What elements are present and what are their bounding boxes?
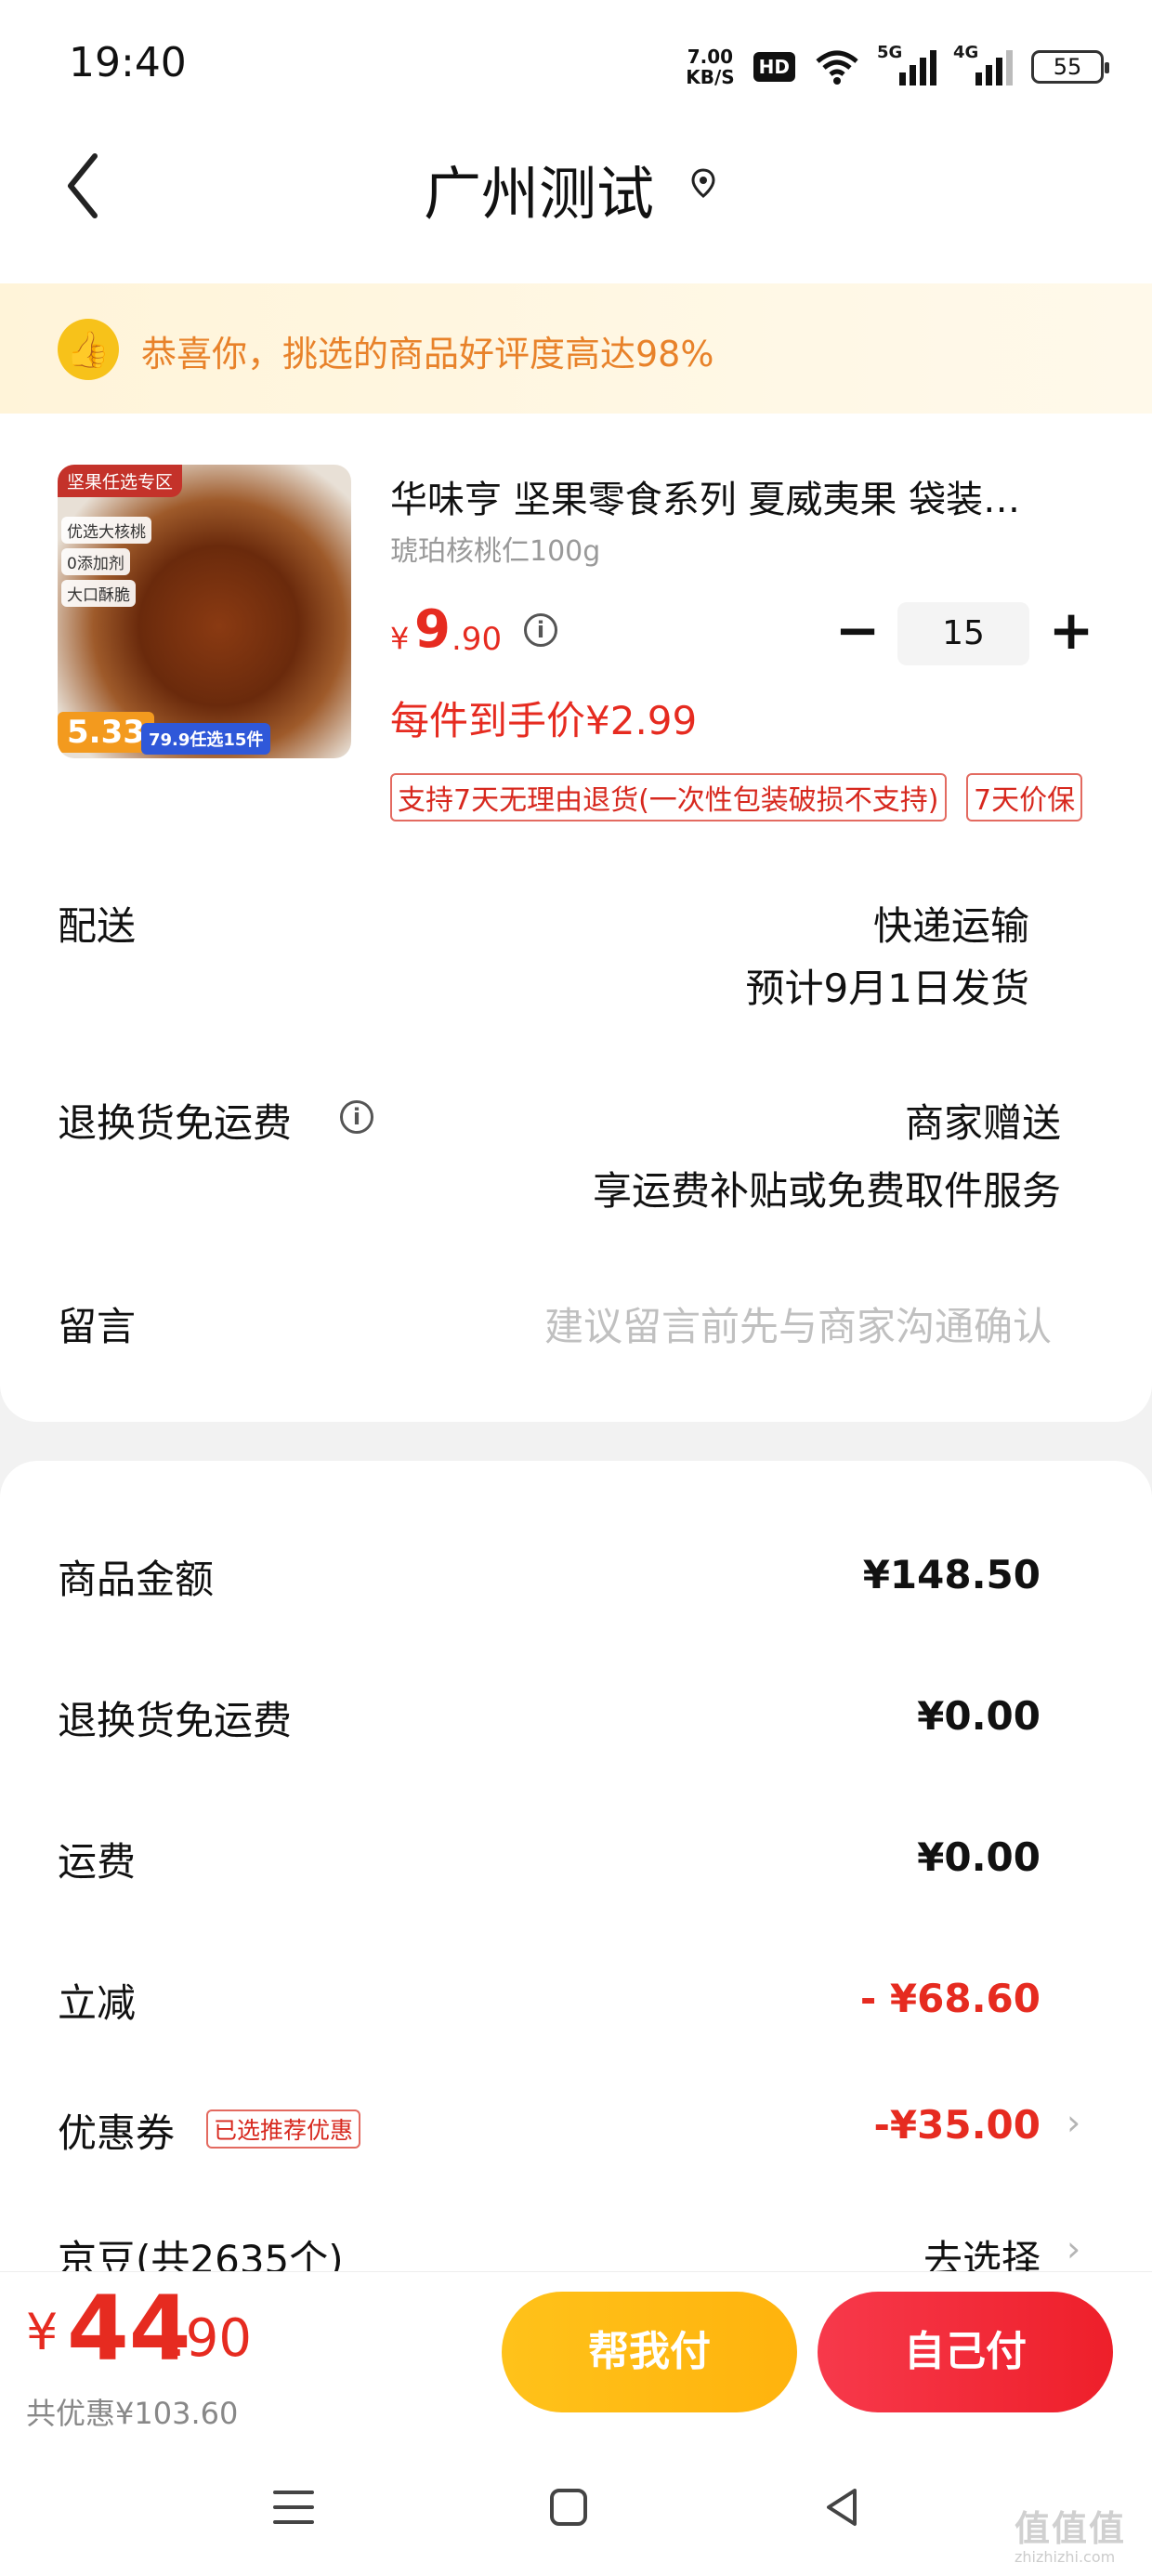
return-policy-tag: 支持7天无理由退货(一次性包装破损不支持) bbox=[390, 773, 947, 821]
delivery-estimate: 预计9月1日发货 bbox=[745, 966, 1029, 1011]
image-note: 0添加剂 bbox=[61, 548, 130, 575]
menu-icon[interactable] bbox=[271, 2487, 316, 2528]
image-note: 大口酥脆 bbox=[61, 580, 136, 607]
info-icon[interactable]: i bbox=[340, 1100, 373, 1134]
page-title[interactable]: 广州测试 bbox=[0, 147, 1078, 230]
banner-text: 恭喜你，挑选的商品好评度高达98% bbox=[141, 334, 714, 375]
message-label: 留言 bbox=[58, 1304, 137, 1349]
return-shipping-label: 退换货免运费 bbox=[58, 1100, 293, 1146]
price-decimal: .90 bbox=[452, 621, 503, 658]
battery-icon: 55 bbox=[1031, 50, 1109, 84]
net-5g-label: 5G bbox=[877, 43, 903, 62]
hd-icon: HD bbox=[753, 52, 795, 82]
image-deal: 79.9任选15件 bbox=[141, 723, 271, 755]
home-icon[interactable] bbox=[548, 2487, 589, 2528]
status-icons: 7.00 KB/S HD 5G 4G 55 bbox=[686, 41, 1109, 93]
watermark: 值值值 bbox=[1015, 2508, 1127, 2549]
unit-price: 每件到手价¥2.99 bbox=[390, 698, 698, 743]
self-pay-button[interactable]: 自己付 bbox=[818, 2292, 1113, 2412]
coupon-tag: 已选推荐优惠 bbox=[206, 2109, 361, 2149]
price-integer: 9 bbox=[414, 599, 451, 660]
help-pay-button[interactable]: 帮我付 bbox=[502, 2292, 797, 2412]
message-input[interactable]: 建议留言前先与商家沟通确认 bbox=[544, 1295, 1052, 1352]
network-speed-value: 7.00 bbox=[687, 46, 734, 68]
return-fee-label: 退换货免运费 bbox=[58, 1698, 293, 1743]
total-currency: ¥ bbox=[26, 2303, 59, 2361]
return-fee-value: ¥0.00 bbox=[917, 1693, 1041, 1739]
return-shipping-value: 商家赠送 bbox=[904, 1100, 1061, 1146]
image-note: 优选大核桃 bbox=[61, 517, 151, 544]
signal-5g-icon: 5G bbox=[877, 43, 936, 85]
goods-amount-label: 商品金额 bbox=[58, 1557, 215, 1602]
image-tag: 坚果任选专区 bbox=[58, 465, 183, 497]
return-shipping-detail: 享运费补贴或免费取件服务 bbox=[592, 1168, 1061, 1214]
price-currency: ¥ bbox=[390, 621, 410, 656]
total-saved: 共优惠¥103.60 bbox=[26, 2396, 239, 2431]
delivery-method[interactable]: 快递运输 bbox=[873, 895, 1029, 952]
discount-value: - ¥68.60 bbox=[859, 1976, 1041, 2021]
info-icon[interactable]: i bbox=[524, 613, 557, 647]
coupon-value[interactable]: -¥35.00 bbox=[873, 2102, 1041, 2148]
discount-label: 立减 bbox=[58, 1980, 137, 2026]
network-speed-unit: KB/S bbox=[686, 66, 735, 88]
product-title[interactable]: 华味亨 坚果零食系列 夏威夷果 袋装… bbox=[390, 469, 1096, 523]
chevron-right-icon[interactable]: › bbox=[1067, 2228, 1080, 2269]
shipping-fee-value: ¥0.00 bbox=[917, 1834, 1041, 1880]
back-nav-icon[interactable] bbox=[821, 2485, 862, 2530]
wifi-icon bbox=[816, 50, 858, 85]
price-protect-tag: 7天价保 bbox=[966, 773, 1083, 821]
product-image[interactable]: 坚果任选专区 优选大核桃 0添加剂 大口酥脆 5.33 79.9任选15件 bbox=[58, 465, 351, 758]
watermark-url: zhizhizhi.com bbox=[1015, 2548, 1116, 2566]
location-pin-icon[interactable] bbox=[687, 167, 719, 199]
network-speed: 7.00 KB/S bbox=[686, 46, 734, 87]
shipping-fee-label: 运费 bbox=[58, 1839, 137, 1885]
increase-quantity-button[interactable]: + bbox=[1048, 603, 1094, 660]
status-time: 19:40 bbox=[69, 39, 187, 86]
total-decimal: .90 bbox=[169, 2308, 253, 2369]
chevron-right-icon[interactable]: › bbox=[1067, 2102, 1080, 2143]
decrease-quantity-button[interactable]: − bbox=[834, 603, 881, 660]
net-4g-label: 4G bbox=[953, 43, 979, 62]
image-price: 5.33 bbox=[58, 712, 154, 753]
coupon-label: 优惠券 bbox=[58, 2110, 176, 2156]
signal-4g-icon: 4G bbox=[953, 43, 1013, 85]
product-spec: 琥珀核桃仁100g bbox=[390, 535, 601, 568]
delivery-label: 配送 bbox=[58, 903, 137, 949]
thumbs-up-icon: 👍 bbox=[58, 319, 119, 380]
goods-amount-value: ¥148.50 bbox=[862, 1552, 1041, 1597]
quantity-input[interactable]: 15 bbox=[897, 602, 1029, 665]
